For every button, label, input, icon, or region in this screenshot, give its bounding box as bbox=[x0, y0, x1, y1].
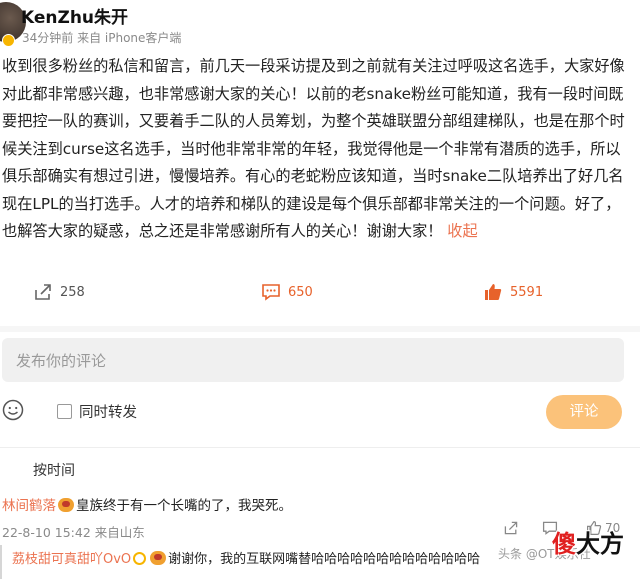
thumbs-up-icon bbox=[485, 284, 502, 300]
fan-badge-icon bbox=[150, 551, 167, 565]
sort-bar: 按时间 bbox=[0, 447, 640, 487]
comment-button[interactable]: 650 bbox=[261, 282, 313, 302]
share-icon bbox=[35, 284, 51, 300]
share-icon bbox=[504, 521, 518, 535]
verified-badge-icon bbox=[2, 34, 15, 47]
username[interactable]: KenZhu朱开 bbox=[21, 3, 128, 28]
post-content: 收到很多粉丝的私信和留言，前几天一段采访提及到之前就有关注过呼吸这名选手，大家好… bbox=[2, 53, 632, 246]
share-count: 258 bbox=[60, 284, 85, 300]
post-meta: 34分钟前 来自 iPhone客户端 bbox=[22, 31, 182, 45]
post-actions: 258 650 5591 bbox=[0, 280, 640, 310]
sort-by-time-tab[interactable]: 按时间 bbox=[33, 460, 75, 480]
emoji-icon[interactable] bbox=[2, 399, 24, 421]
fan-badge-icon bbox=[58, 498, 74, 512]
comment-count: 650 bbox=[288, 284, 313, 300]
repost-label: 同时转发 bbox=[79, 405, 137, 421]
watermark-logo-red: 傻 bbox=[552, 530, 576, 558]
post-header: KenZhu朱开 34分钟前 来自 iPhone客户端 bbox=[0, 0, 640, 50]
repost-checkbox[interactable]: 同时转发 bbox=[57, 401, 137, 422]
submit-comment-button[interactable]: 评论 bbox=[546, 395, 622, 429]
comment-meta: 22-8-10 15:42 来自山东 bbox=[2, 525, 145, 540]
checkbox-box[interactable] bbox=[57, 404, 72, 419]
post-text: 收到很多粉丝的私信和留言，前几天一段采访提及到之前就有关注过呼吸这名选手，大家好… bbox=[2, 57, 625, 240]
watermark-logo-black: 大方 bbox=[576, 530, 624, 558]
like-button[interactable]: 5591 bbox=[483, 282, 543, 302]
comment-share-button[interactable] bbox=[503, 520, 519, 536]
comment-text-line: 林间鹤落 皇族终于有一个长嘴的了，我哭死。 bbox=[2, 494, 292, 514]
commenter-name[interactable]: 林间鹤落 bbox=[2, 498, 56, 514]
section-divider bbox=[0, 326, 640, 332]
reply-author-name[interactable]: 荔枝甜可真甜吖OvO bbox=[12, 552, 131, 567]
member-badge-icon bbox=[133, 552, 147, 565]
collapse-link[interactable]: 收起 bbox=[447, 222, 477, 240]
comment-toolbar: 同时转发 评论 bbox=[0, 392, 640, 432]
watermark-logo: 傻大方 bbox=[552, 524, 624, 559]
reply-indent-bar bbox=[0, 545, 2, 579]
share-button[interactable]: 258 bbox=[33, 282, 85, 302]
comment-icon bbox=[262, 284, 280, 301]
comment-input[interactable]: 发布你的评论 bbox=[2, 338, 624, 382]
reply-text-line: 荔枝甜可真甜吖OvO 谢谢你，我的互联网嘴替哈哈哈哈哈哈哈哈哈哈哈哈哈 bbox=[12, 548, 480, 567]
comment-text: 皇族终于有一个长嘴的了，我哭死。 bbox=[76, 498, 292, 514]
reply-text: 谢谢你，我的互联网嘴替哈哈哈哈哈哈哈哈哈哈哈哈哈 bbox=[168, 552, 481, 567]
like-count: 5591 bbox=[510, 284, 544, 300]
